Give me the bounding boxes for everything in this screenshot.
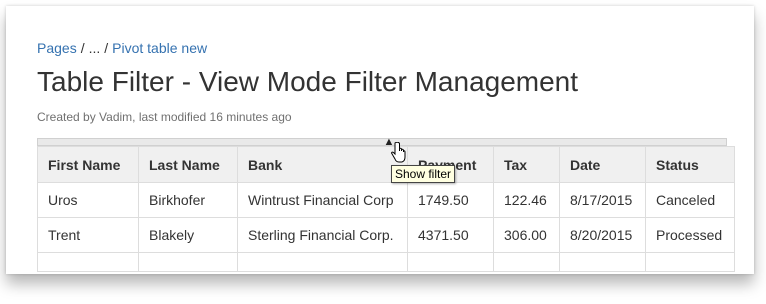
cell-tax: 306.00: [493, 217, 560, 253]
cell-payment: 4371.50: [407, 217, 494, 253]
cell-last-name: Birkhofer: [138, 182, 238, 218]
cell-date: 8/17/2015: [559, 182, 646, 218]
column-header-tax[interactable]: Tax: [493, 146, 560, 183]
column-header-last-name[interactable]: Last Name: [138, 146, 238, 183]
column-header-date[interactable]: Date: [559, 146, 646, 183]
cell-date: 8/20/2015: [559, 217, 646, 253]
cell-status: Processed: [645, 217, 735, 253]
page-title: Table Filter - View Mode Filter Manageme…: [37, 66, 579, 97]
table-row: Trent Blakely Sterling Financial Corp. 4…: [37, 217, 735, 253]
breadcrumb-pages-link[interactable]: Pages: [37, 40, 77, 56]
cell-tax: 122.46: [493, 182, 560, 218]
column-header-status[interactable]: Status: [645, 146, 735, 183]
cell-bank: Wintrust Financial Corp: [237, 182, 408, 218]
cell-bank: Sterling Financial Corp.: [237, 217, 408, 253]
page-card: Pages /... / Pivot table new Table Filter -…: [6, 6, 754, 274]
table-row-partial: [37, 252, 735, 272]
cell-payment: 1749.50: [407, 182, 494, 218]
column-header-bank[interactable]: Bank: [237, 146, 408, 183]
cell-first-name: Trent: [37, 217, 139, 253]
table-row: Uros Birkhofer Wintrust Financial Corp 1…: [37, 182, 735, 218]
breadcrumb: Pages /... / Pivot table new: [37, 40, 207, 56]
breadcrumb-current-link[interactable]: Pivot table new: [112, 40, 207, 56]
cell-last-name: Blakely: [138, 217, 238, 253]
cell-first-name: Uros: [37, 182, 139, 218]
show-filter-tooltip: Show filter: [391, 165, 456, 183]
data-table: First Name Last Name Bank Payment Tax Da…: [37, 146, 735, 272]
breadcrumb-separator: /: [80, 40, 85, 56]
page-metadata: Created by Vadim, last modified 16 minut…: [37, 110, 292, 124]
table-header-row: First Name Last Name Bank Payment Tax Da…: [37, 146, 735, 183]
breadcrumb-ellipsis-link[interactable]: ...: [89, 40, 101, 56]
breadcrumb-separator: /: [104, 40, 109, 56]
column-header-first-name[interactable]: First Name: [37, 146, 139, 183]
hand-pointer-icon: [390, 142, 406, 163]
cell-status: Canceled: [645, 182, 735, 218]
